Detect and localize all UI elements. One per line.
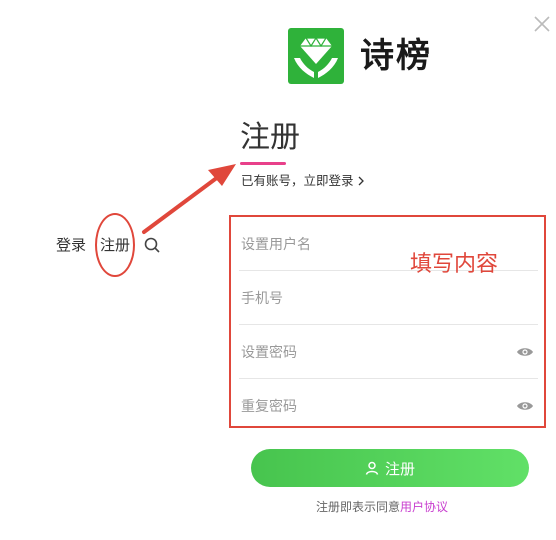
eye-icon[interactable] — [516, 345, 534, 359]
login-link-label: 已有账号，立即登录 — [241, 173, 354, 188]
register-button-label: 注册 — [384, 459, 415, 478]
annotation-label: 填写内容 — [410, 252, 499, 277]
phone-input[interactable] — [239, 273, 503, 325]
password-field — [239, 327, 538, 379]
agreement-prefix: 注册即表示同意 — [316, 500, 401, 514]
register-button[interactable]: 注册 — [251, 449, 529, 487]
nav-login[interactable]: 登录 — [56, 234, 86, 256]
eye-icon[interactable] — [516, 399, 534, 413]
user-agreement-link[interactable]: 用户协议 — [400, 500, 448, 514]
register-form — [229, 215, 546, 433]
close-icon[interactable] — [530, 12, 554, 36]
page-title: 注册 — [240, 120, 300, 155]
highlight-oval — [95, 213, 135, 277]
brand-logo — [288, 28, 344, 84]
confirm-password-input[interactable] — [239, 381, 503, 433]
user-icon — [365, 461, 379, 475]
brand-name: 诗榜 — [360, 36, 432, 76]
chevron-right-icon — [358, 176, 364, 186]
login-link[interactable]: 已有账号，立即登录 — [241, 172, 365, 190]
phone-field — [239, 273, 538, 325]
agreement-text: 注册即表示同意用户协议 — [316, 498, 448, 516]
password-input[interactable] — [239, 327, 503, 379]
confirm-password-field — [239, 381, 538, 433]
